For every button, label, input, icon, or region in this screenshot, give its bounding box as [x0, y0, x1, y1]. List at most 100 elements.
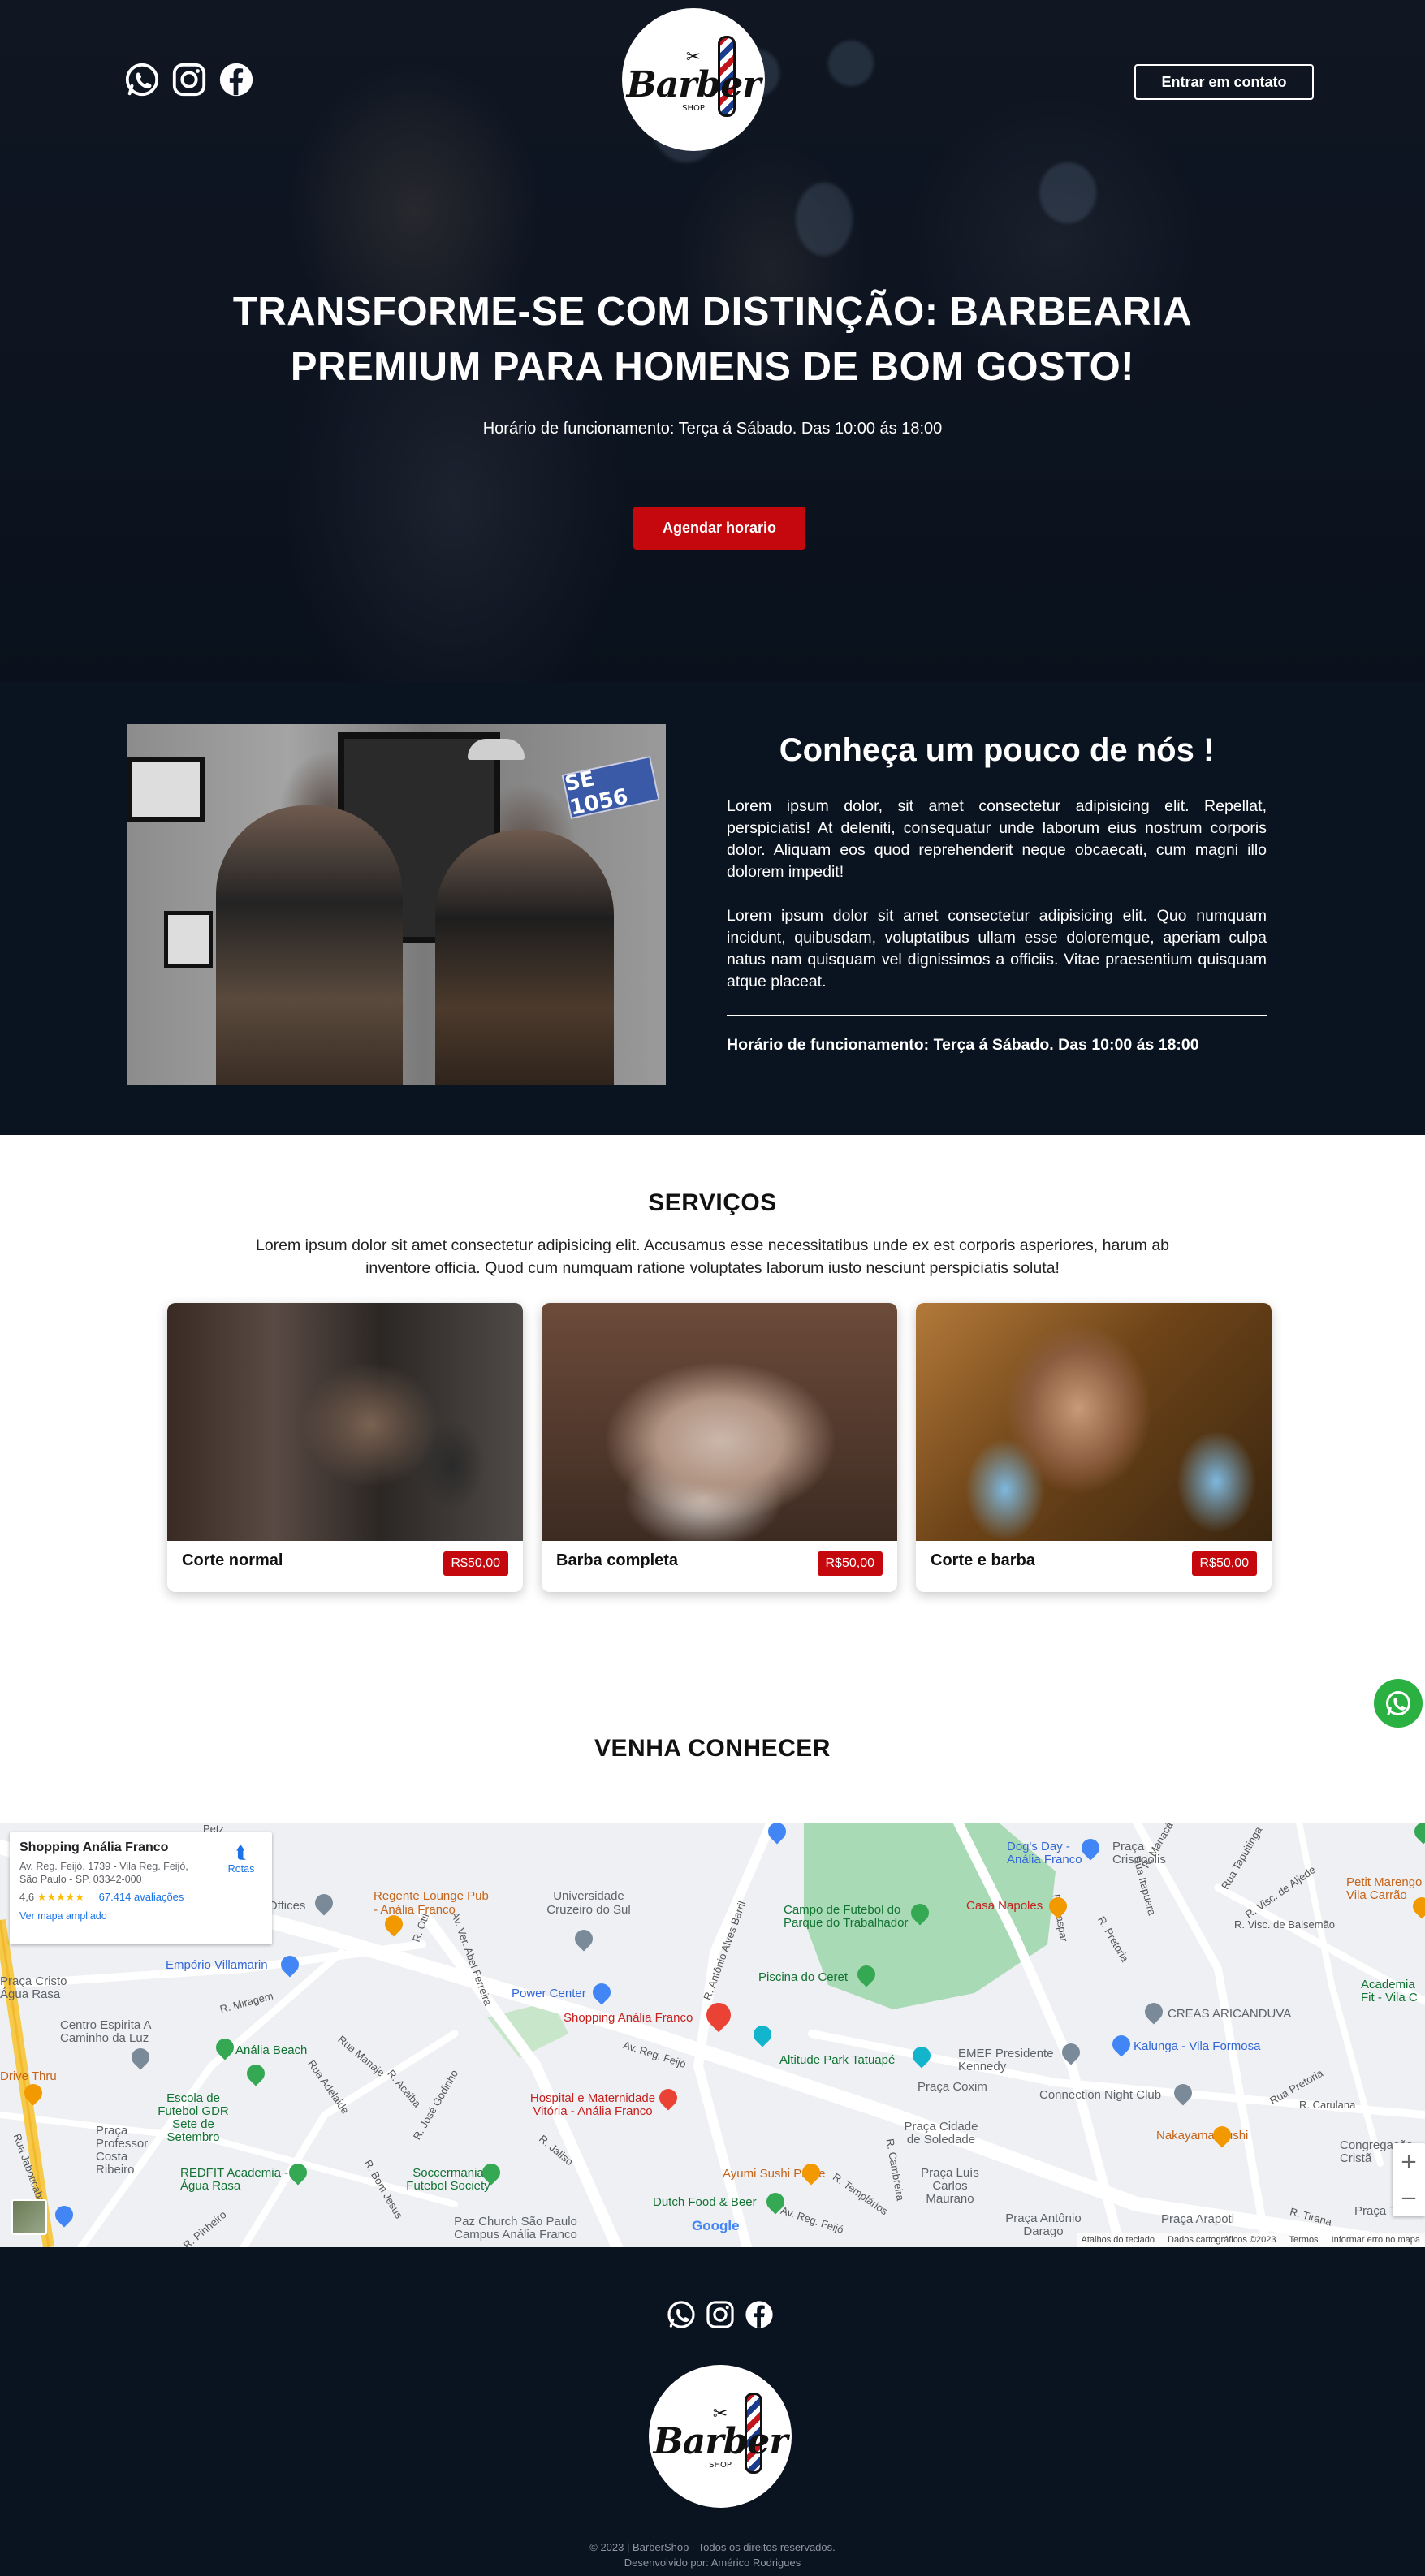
map-label: Piscina do Ceret — [758, 1970, 849, 1984]
hero-section: ✂ Barber SHOP Entrar em contato TRANSFOR… — [0, 0, 1425, 682]
map-label: Altitude Park Tatuapé — [779, 2053, 896, 2067]
logo-wordmark: Barber — [653, 2420, 788, 2462]
logo-wordmark: Barber — [626, 63, 762, 106]
about-title: Conheça um pouco de nós ! — [779, 732, 1215, 768]
hero-opening-hours: Horário de funcionamento: Terça á Sábado… — [482, 420, 943, 438]
directions-icon: ⮬ — [235, 1842, 247, 1862]
map-label: Power Center — [512, 1987, 586, 2000]
directions-label: Rotas — [227, 1863, 255, 1875]
instagram-icon[interactable] — [705, 2299, 736, 2330]
map-label: Praça Professor Costa Ribeiro — [96, 2124, 149, 2177]
map-place-address: Av. Reg. Feijó, 1739 - Vila Reg. Feijó, … — [19, 1861, 188, 1885]
zoom-controls: + − — [1393, 2143, 1425, 2216]
services-title: SERVIÇOS — [648, 1189, 777, 1216]
map-label: Empório Villamarin — [166, 1958, 268, 1972]
map-label: REDFIT Academia - Água Rasa — [180, 2166, 289, 2193]
service-card[interactable]: Barba completa R$50,00 — [542, 1303, 897, 1592]
license-plate: SE 1056 — [561, 755, 660, 821]
barber-right — [435, 830, 614, 1085]
service-price: R$50,00 — [817, 1551, 883, 1576]
service-photo-haircut-beard — [916, 1303, 1272, 1541]
map-label: Petit Marengo Vila Carrão — [1346, 1875, 1423, 1902]
facebook-icon[interactable] — [744, 2299, 775, 2330]
google-logo: Google — [692, 2218, 740, 2233]
footer-copyright: © 2023 | BarberShop - Todos os direitos … — [0, 2539, 1425, 2570]
map-label: Dutch Food & Beer — [653, 2195, 757, 2209]
footer: ✂ Barber SHOP — [0, 2247, 1425, 2576]
wall-picture — [164, 911, 213, 968]
divider — [727, 1015, 1267, 1016]
whatsapp-icon[interactable] — [666, 2299, 697, 2330]
terms-link[interactable]: Termos — [1289, 2235, 1319, 2245]
map-place-card: Shopping Anália Franco Av. Reg. Feijó, 1… — [10, 1832, 272, 1944]
service-price: R$50,00 — [1191, 1551, 1257, 1576]
map-label: Praça Arapoti — [1161, 2212, 1235, 2226]
map-label: Casa Napoles — [966, 1899, 1043, 1913]
floating-whatsapp-button[interactable] — [1374, 1679, 1423, 1728]
about-paragraph-1: Lorem ipsum dolor, sit amet consectetur … — [727, 797, 1267, 881]
copyright-text: © 2023 | BarberShop - Todos os direitos … — [589, 2541, 836, 2553]
map-label: Centro Espirita A Caminho da Luz — [60, 2018, 151, 2045]
map-label: Connection Night Club — [1039, 2088, 1162, 2102]
book-appointment-button[interactable]: Agendar horario — [633, 507, 805, 550]
contact-button[interactable]: Entrar em contato — [1134, 64, 1314, 100]
wall-picture — [127, 757, 205, 822]
map-label: Hospital e Maternidade Vitória - Anália … — [529, 2091, 656, 2118]
map-label: Praça Antônio Darago — [1005, 2211, 1082, 2238]
instagram-icon[interactable] — [171, 61, 208, 98]
facebook-icon[interactable] — [218, 61, 255, 98]
embedded-map[interactable]: Petz Offices Regente Lounge Pub - Anália… — [0, 1823, 1425, 2247]
map-label: Regente Lounge Pub - Anália Franco — [374, 1889, 489, 1917]
barber-left — [216, 805, 403, 1085]
developer-credit: Desenvolvido por: Américo Rodrigues — [624, 2557, 801, 2569]
map-label: Drive Thru — [0, 2069, 57, 2083]
service-card[interactable]: Corte e barba R$50,00 — [916, 1303, 1272, 1592]
street-view-thumbnail[interactable] — [11, 2199, 47, 2235]
map-label: Shopping Anália Franco — [564, 2011, 693, 2025]
map-data-credit: Dados cartográficos ©2023 — [1168, 2235, 1276, 2245]
keyboard-shortcuts-link[interactable]: Atalhos do teclado — [1082, 2235, 1155, 2245]
service-name: Corte normal — [182, 1551, 283, 1569]
map-place-rating: 4,6 ★★★★★ 67.414 avaliações — [19, 1891, 262, 1904]
map-label: Campo de Futebol do Parque do Trabalhado… — [784, 1903, 909, 1930]
services-description: Lorem ipsum dolor sit amet consectetur a… — [255, 1236, 1170, 1277]
service-photo-haircut — [167, 1303, 523, 1541]
rating-value: 4,6 — [19, 1891, 35, 1903]
about-paragraph-2: Lorem ipsum dolor sit amet consectetur a… — [727, 907, 1267, 990]
visit-title: VENHA CONHECER — [594, 1735, 831, 1762]
whatsapp-icon[interactable] — [123, 61, 161, 98]
map-label: Praça Cidade de Soledade — [904, 2120, 978, 2147]
service-price: R$50,00 — [443, 1551, 508, 1576]
map-label: Praça Luís Carlos Maurano — [921, 2166, 979, 2206]
reviews-link[interactable]: 67.414 avaliações — [99, 1891, 184, 1903]
footer-social-links — [666, 2299, 775, 2330]
logo-subtext: SHOP — [682, 103, 705, 113]
logo-subtext: SHOP — [709, 2460, 732, 2470]
service-name: Corte e barba — [931, 1551, 1035, 1569]
map-label: Praça Cristo Água Rasa — [0, 1974, 67, 2001]
directions-button[interactable]: ⮬ Rotas — [223, 1842, 259, 1875]
map-label: Nakayama Sushi — [1156, 2129, 1249, 2142]
brand-logo[interactable]: ✂ Barber SHOP — [622, 8, 765, 151]
map-label: CREAS ARICANDUVA — [1168, 2007, 1292, 2021]
street-label: R. Carulana — [1299, 2099, 1356, 2111]
service-name: Barba completa — [556, 1551, 679, 1569]
service-card[interactable]: Corte normal R$50,00 — [167, 1303, 523, 1592]
zoom-in-button[interactable]: + — [1393, 2143, 1425, 2180]
barbers-photo: SE 1056 — [127, 724, 666, 1085]
map-label: Universidade Cruzeiro do Sul — [546, 1889, 631, 1917]
map-label: Academia Fit - Vila C — [1361, 1978, 1418, 2004]
zoom-out-button[interactable]: − — [1393, 2180, 1425, 2216]
report-error-link[interactable]: Informar erro no mapa — [1332, 2235, 1420, 2245]
map-label: Kalunga - Vila Formosa — [1134, 2039, 1261, 2053]
star-rating-icon: ★★★★★ — [37, 1891, 84, 1903]
footer-brand-logo[interactable]: ✂ Barber SHOP — [649, 2365, 792, 2508]
lamp — [468, 739, 525, 760]
map-label: Praça Coxim — [918, 2080, 987, 2094]
map-label: EMEF Presidente Kennedy — [958, 2047, 1054, 2073]
about-section: SE 1056 Conheça um pouco de nós ! Lorem … — [0, 682, 1425, 1135]
header-social-links — [123, 61, 255, 98]
view-larger-map-link[interactable]: Ver mapa ampliado — [19, 1910, 262, 1922]
map-attribution: Atalhos do teclado Dados cartográficos ©… — [1076, 2233, 1425, 2247]
hero-title: TRANSFORME-SE COM DISTINÇÃO: BARBEARIA P… — [232, 290, 1193, 389]
